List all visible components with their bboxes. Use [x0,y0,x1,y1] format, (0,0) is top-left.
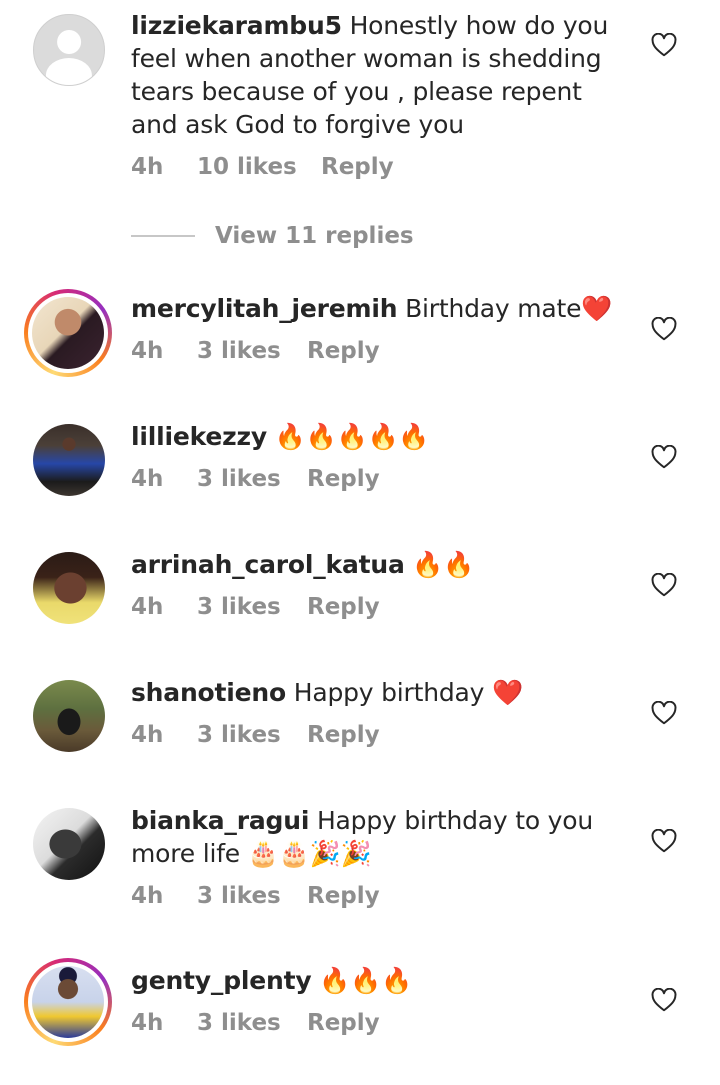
comment-time: 4h [131,883,164,909]
avatar[interactable] [33,424,105,496]
comment-likes[interactable]: 3 likes [197,722,307,748]
reply-button[interactable]: Reply [307,883,380,909]
comment-time: 4h [131,466,164,492]
comment-username[interactable]: lizziekarambu5 [131,11,342,40]
profile-photo [32,297,104,369]
comment-username[interactable]: bianka_ragui [131,806,309,835]
profile-photo [33,552,105,624]
avatar[interactable] [24,958,112,1046]
default-avatar-icon [33,14,105,86]
comment-text: Happy birthday ❤️ [293,678,523,707]
comment-text: 🔥🔥🔥🔥🔥 [274,422,430,451]
reply-button[interactable]: Reply [307,338,380,364]
comment-meta: 4h 3 likes Reply [131,594,380,620]
profile-photo [33,680,105,752]
profile-photo [33,424,105,496]
like-heart-icon[interactable] [651,445,677,469]
comment-likes[interactable]: 10 likes [197,154,321,180]
comment-text: 🔥🔥 [412,550,475,579]
avatar[interactable] [24,289,112,377]
reply-button[interactable]: Reply [307,466,380,492]
comment-username[interactable]: arrinah_carol_katua [131,550,405,579]
comment-likes[interactable]: 3 likes [197,338,307,364]
comment-text-block: shanotieno Happy birthday ❤️ [131,676,621,709]
profile-photo [32,966,104,1038]
comment-username[interactable]: genty_plenty [131,966,312,995]
comment-text-block: mercylitah_jeremih Birthday mate❤️ [131,292,621,325]
reply-button[interactable]: Reply [307,594,380,620]
comment-time: 4h [131,338,164,364]
comment-text: 🔥🔥🔥 [319,966,413,995]
avatar[interactable] [33,14,105,86]
avatar[interactable] [33,680,105,752]
view-replies-button[interactable]: View 11 replies [131,223,414,249]
comment-text-block: bianka_ragui Happy birthday to you more … [131,804,621,870]
comment-time: 4h [131,1010,164,1036]
reply-button[interactable]: Reply [307,722,380,748]
comment-username[interactable]: lilliekezzy [131,422,267,451]
comment-likes[interactable]: 3 likes [197,594,307,620]
comment-text: Birthday mate❤️ [405,294,613,323]
comment-meta: 4h 10 likes Reply [131,154,394,180]
reply-button[interactable]: Reply [321,154,394,180]
like-heart-icon[interactable] [651,988,677,1012]
comment-text-block: lilliekezzy 🔥🔥🔥🔥🔥 [131,420,621,453]
avatar[interactable] [33,552,105,624]
reply-button[interactable]: Reply [307,1010,380,1036]
comment-meta: 4h 3 likes Reply [131,883,380,909]
like-heart-icon[interactable] [651,33,677,57]
like-heart-icon[interactable] [651,573,677,597]
view-replies-label: View 11 replies [215,223,414,249]
comment-time: 4h [131,154,164,180]
comment-likes[interactable]: 3 likes [197,1010,307,1036]
like-heart-icon[interactable] [651,701,677,725]
divider-line [131,235,195,237]
comment-time: 4h [131,722,164,748]
comment-text-block: genty_plenty 🔥🔥🔥 [131,964,621,997]
profile-photo [33,808,105,880]
comment-username[interactable]: shanotieno [131,678,286,707]
comment-meta: 4h 3 likes Reply [131,338,380,364]
avatar[interactable] [33,808,105,880]
comment-meta: 4h 3 likes Reply [131,722,380,748]
comment-meta: 4h 3 likes Reply [131,1010,380,1036]
comment-text-block: arrinah_carol_katua 🔥🔥 [131,548,621,581]
like-heart-icon[interactable] [651,317,677,341]
like-heart-icon[interactable] [651,829,677,853]
comment-time: 4h [131,594,164,620]
comment-username[interactable]: mercylitah_jeremih [131,294,398,323]
comment-text-block: lizziekarambu5 Honestly how do you feel … [131,9,621,141]
comment-meta: 4h 3 likes Reply [131,466,380,492]
comment-likes[interactable]: 3 likes [197,883,307,909]
comment-likes[interactable]: 3 likes [197,466,307,492]
